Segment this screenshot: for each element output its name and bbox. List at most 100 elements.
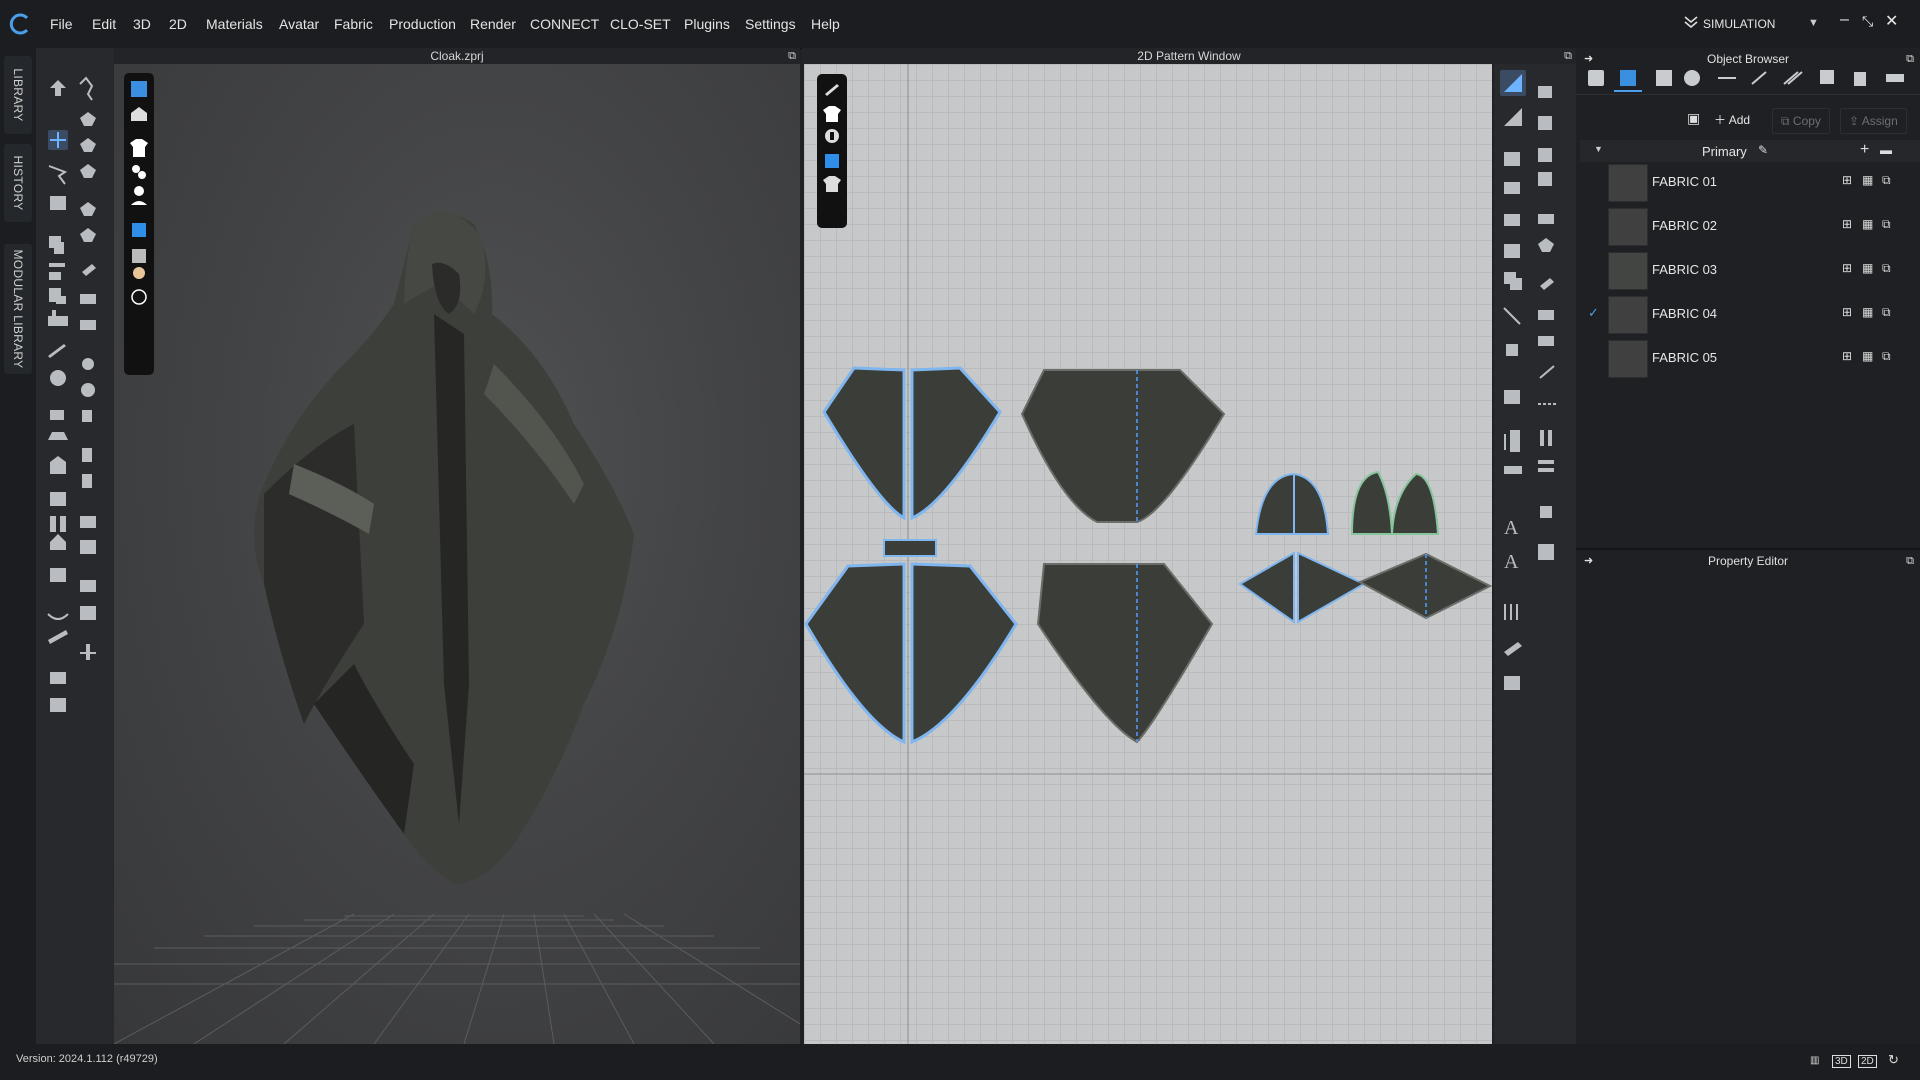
steam-iron-icon[interactable] <box>1538 214 1554 224</box>
assign-fabric-button[interactable]: ⇪ Assign <box>1840 108 1907 134</box>
fabric-texture-icon[interactable]: ▦ <box>1862 349 1873 363</box>
strap-icon[interactable] <box>80 644 96 660</box>
pattern-piece[interactable] <box>1020 369 1226 523</box>
zigzag-icon[interactable] <box>1538 460 1554 472</box>
group-folder-icon[interactable]: ▬ <box>1880 143 1892 157</box>
restore-icon[interactable]: ⤡ <box>1862 13 1873 30</box>
menu-plugins[interactable]: Plugins <box>684 16 730 32</box>
transform-pattern-icon[interactable] <box>48 165 68 185</box>
tack-icon[interactable] <box>50 370 66 386</box>
internal-polygon-icon[interactable] <box>1506 344 1518 356</box>
brush-icon[interactable] <box>82 264 96 276</box>
fabric-texture-icon[interactable]: ▦ <box>1862 305 1873 319</box>
fabric-add-icon[interactable]: ⊞ <box>1842 349 1852 363</box>
free-sewing-icon[interactable] <box>1504 466 1522 474</box>
menu-file[interactable]: File <box>50 16 73 32</box>
circle-point-icon[interactable] <box>81 383 95 397</box>
trace-icon[interactable] <box>1503 307 1521 325</box>
fabric-add-icon[interactable]: ⊞ <box>1842 261 1852 275</box>
measure-icon[interactable] <box>50 568 66 582</box>
clo-logo-icon[interactable] <box>8 12 32 36</box>
zipper-icon[interactable] <box>82 448 92 462</box>
puckering-tab-icon[interactable] <box>1783 71 1803 85</box>
copy-pattern-icon[interactable] <box>1504 272 1522 290</box>
fabric-duplicate-icon[interactable]: ⧉ <box>1882 217 1891 232</box>
pattern-shirt-2-icon[interactable] <box>1538 336 1554 346</box>
cutting-icon[interactable] <box>80 540 96 554</box>
avatar-pose-icon[interactable] <box>50 534 66 550</box>
brush-2-icon[interactable] <box>1540 278 1554 290</box>
folder-icon[interactable]: ▣ <box>1687 110 1700 127</box>
fabric-row[interactable]: FABRIC 03 ⊞ ▦ ⧉ <box>1580 248 1920 292</box>
button-icon[interactable] <box>50 516 66 532</box>
texture-view-icon[interactable] <box>132 223 146 237</box>
tab-modular-library[interactable]: MODULAR LIBRARY <box>4 244 32 374</box>
fabric-duplicate-icon[interactable]: ⧉ <box>1882 173 1891 188</box>
ruler-icon[interactable] <box>48 630 68 644</box>
menu-production[interactable]: Production <box>389 16 456 32</box>
trim-tab-icon[interactable] <box>1820 70 1834 84</box>
fabric-tab-icon[interactable] <box>1620 70 1636 86</box>
shaded-view-icon[interactable] <box>132 249 146 263</box>
fabric-row[interactable]: FABRIC 01 ⊞ ▦ ⧉ <box>1580 160 1920 204</box>
property-collapse-arrow-icon[interactable]: ➜ <box>1584 552 1593 570</box>
garment-1-icon[interactable] <box>80 112 96 126</box>
menu-3d[interactable]: 3D <box>133 16 151 32</box>
menu-edit[interactable]: Edit <box>92 16 116 32</box>
pattern-texture-icon[interactable] <box>825 154 839 168</box>
group-expand-icon[interactable]: ▼ <box>1594 144 1603 154</box>
texture-edit-icon[interactable] <box>1504 244 1520 258</box>
fabric-row[interactable]: FABRIC 05 ⊞ ▦ ⧉ <box>1580 336 1920 380</box>
fabric-texture-icon[interactable]: ▦ <box>1862 217 1873 231</box>
pattern-piece[interactable] <box>1036 563 1214 744</box>
menu-help[interactable]: Help <box>811 16 840 32</box>
menu-2d[interactable]: 2D <box>169 16 187 32</box>
fitting-suit-icon[interactable] <box>48 432 68 440</box>
environment-icon[interactable] <box>131 289 147 305</box>
fabric-duplicate-icon[interactable]: ⧉ <box>1882 261 1891 276</box>
zipper-2-icon[interactable] <box>82 474 92 488</box>
view-3d-icon[interactable]: 3D <box>1832 1055 1851 1068</box>
menu-materials[interactable]: Materials <box>206 16 263 32</box>
fold-arrangement-icon[interactable] <box>50 196 66 210</box>
fabric-grain-icon[interactable] <box>50 698 66 712</box>
polygon-icon[interactable] <box>1504 182 1520 194</box>
scene-tab-icon[interactable] <box>1588 70 1604 86</box>
fabric-duplicate-icon[interactable]: ⧉ <box>1882 305 1891 320</box>
pattern-shirt-icon[interactable] <box>1538 310 1554 320</box>
edit-pattern-icon[interactable] <box>49 236 64 254</box>
text-tool-icon[interactable]: A <box>1504 517 1519 539</box>
menu-render[interactable]: Render <box>470 16 516 32</box>
elastic-2-icon[interactable] <box>1540 430 1552 446</box>
tab-library[interactable]: LIBRARY <box>4 56 32 134</box>
button-tab-icon[interactable] <box>1684 70 1700 86</box>
garment-pattern-icon[interactable] <box>1538 238 1554 252</box>
garment-5-icon[interactable] <box>80 228 96 242</box>
transform-3-icon[interactable] <box>1538 148 1552 162</box>
line-tool-icon[interactable] <box>1539 365 1555 379</box>
pin-icon[interactable] <box>48 344 66 358</box>
graphic-tab-icon[interactable] <box>1854 72 1866 86</box>
display-garment-icon[interactable] <box>131 107 147 121</box>
shirt-pattern-2-icon[interactable] <box>80 320 96 330</box>
fabric-row[interactable]: FABRIC 02 ⊞ ▦ ⧉ <box>1580 204 1920 248</box>
pattern-piece-hood[interactable] <box>1390 472 1440 535</box>
rename-pencil-icon[interactable]: ✎ <box>1758 143 1768 157</box>
pattern-pin-icon[interactable] <box>1504 676 1520 690</box>
mode-dropdown-icon[interactable]: ▼ <box>1808 17 1819 29</box>
show-points-icon[interactable] <box>132 165 140 173</box>
pattern-piece-hood[interactable] <box>1350 470 1394 535</box>
pattern-piece-triangle[interactable] <box>1297 551 1367 624</box>
fabric-add-icon[interactable]: ⊞ <box>1842 173 1852 187</box>
shirt-pattern-icon[interactable] <box>80 294 96 304</box>
point-icon[interactable] <box>82 358 94 370</box>
layout-single-icon[interactable]: ▥ <box>1810 1055 1819 1066</box>
refresh-icon[interactable]: ↻ <box>1888 1052 1899 1068</box>
transform-icon[interactable] <box>1538 86 1552 98</box>
menu-avatar[interactable]: Avatar <box>279 16 319 32</box>
pattern-piece-selected[interactable] <box>910 366 1002 521</box>
arrangement-icon[interactable] <box>50 410 64 420</box>
internal-shape-icon[interactable] <box>49 288 66 304</box>
pattern-piece-selected[interactable] <box>804 562 906 745</box>
pattern-piece-triangle[interactable] <box>1238 551 1295 624</box>
